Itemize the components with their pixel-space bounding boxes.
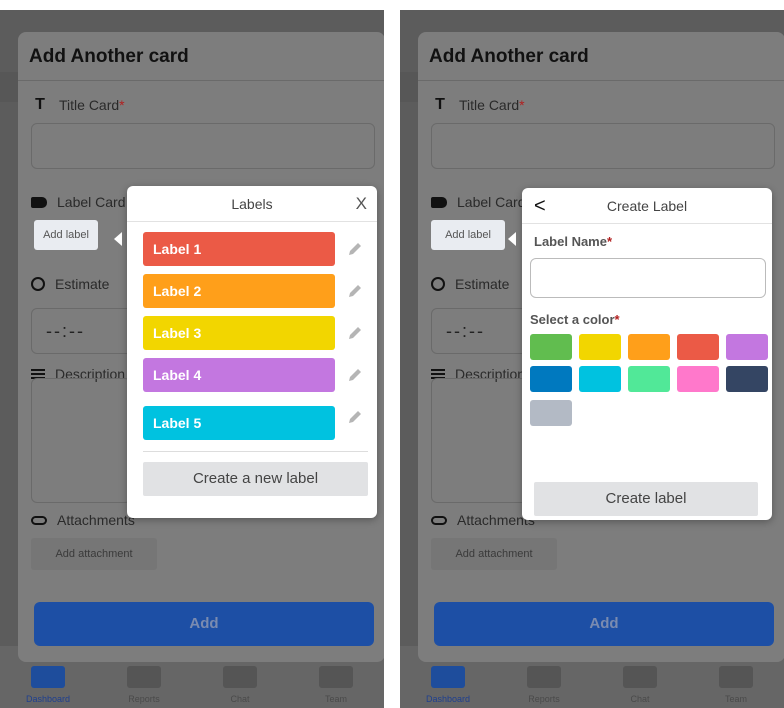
edit-pencil-icon[interactable] (346, 324, 364, 342)
nav-dashboard[interactable]: Dashboard (18, 666, 78, 704)
color-swatch-pink[interactable] (677, 366, 719, 392)
tag-icon (431, 196, 447, 208)
team-icon (719, 666, 753, 688)
create-label-title: Create Label (606, 198, 688, 214)
add-button[interactable]: Add (34, 602, 374, 646)
title-card-input[interactable] (31, 123, 375, 169)
clock-icon (31, 277, 45, 291)
color-swatch-green[interactable] (530, 334, 572, 360)
create-label-header: < Create Label (522, 188, 772, 224)
label-card-label: Label Card (457, 194, 526, 210)
label-card-row: Label Card (431, 194, 526, 210)
description-input[interactable] (431, 378, 531, 503)
color-swatch-yellow[interactable] (579, 334, 621, 360)
labels-popover-title: Labels (231, 196, 273, 212)
label-name-input[interactable] (530, 258, 766, 298)
nav-chat[interactable]: Chat (610, 666, 670, 704)
create-label-popover: < Create Label Label Name* Select a colo… (522, 188, 772, 520)
label-card-label: Label Card (57, 194, 126, 210)
label-chip-2[interactable]: Label 2 (143, 274, 335, 308)
title-card-row: T Title Card * (31, 96, 125, 114)
dashboard-icon (431, 666, 465, 688)
close-icon[interactable]: X (356, 186, 367, 222)
reports-icon (527, 666, 561, 688)
nav-dashboard[interactable]: Dashboard (418, 666, 478, 704)
paperclip-icon (431, 515, 447, 525)
add-label-button[interactable]: Add label (34, 220, 98, 250)
required-mark: * (119, 97, 125, 113)
attachments-label: Attachments (57, 512, 135, 528)
title-card-label: Title Card (59, 97, 120, 113)
chat-icon (223, 666, 257, 688)
nav-reports[interactable]: Reports (514, 666, 574, 704)
screen-labels-list: Dashboard Reports Chat Team Add Another … (0, 10, 384, 708)
edit-pencil-icon[interactable] (346, 408, 364, 426)
estimate-label: Estimate (455, 276, 510, 292)
tag-icon (31, 196, 47, 208)
color-swatch-red[interactable] (677, 334, 719, 360)
popover-divider (143, 451, 368, 452)
nav-chat[interactable]: Chat (210, 666, 270, 704)
nav-team[interactable]: Team (306, 666, 366, 704)
chat-icon (623, 666, 657, 688)
add-button[interactable]: Add (434, 602, 774, 646)
time-input[interactable]: --:-- (31, 308, 141, 354)
labels-popover: Labels X Label 1 Label 2 Label 3 Label 4… (127, 186, 377, 518)
required-mark: * (519, 97, 525, 113)
color-swatch-gray[interactable] (530, 400, 572, 426)
nav-reports[interactable]: Reports (114, 666, 174, 704)
label-chip-4[interactable]: Label 4 (143, 358, 335, 392)
clock-icon (431, 277, 445, 291)
label-card-row: Label Card (31, 194, 126, 210)
color-swatch-purple[interactable] (726, 334, 768, 360)
label-chip-1[interactable]: Label 1 (143, 232, 335, 266)
estimate-row: Estimate (431, 276, 509, 292)
text-icon: T (35, 96, 45, 113)
estimate-row: Estimate (31, 276, 109, 292)
modal-title: Add Another card (429, 46, 589, 67)
title-card-input[interactable] (431, 123, 775, 169)
attachments-row: Attachments (31, 512, 135, 528)
color-swatch-orange[interactable] (628, 334, 670, 360)
text-icon: T (435, 96, 445, 113)
color-swatch-blue[interactable] (530, 366, 572, 392)
title-card-row: T Title Card * (431, 96, 525, 114)
create-label-button[interactable]: Create label (534, 482, 758, 516)
back-chevron-icon[interactable]: < (534, 188, 546, 224)
panel-divider (388, 0, 400, 708)
popover-arrow (114, 232, 122, 246)
color-swatch-navy[interactable] (726, 366, 768, 392)
description-input[interactable] (31, 378, 131, 503)
color-swatch-lime[interactable] (628, 366, 670, 392)
modal-title: Add Another card (29, 46, 189, 67)
add-attachment-button[interactable]: Add attachment (431, 538, 557, 570)
team-icon (319, 666, 353, 688)
attachments-row: Attachments (431, 512, 535, 528)
modal-divider (418, 80, 784, 81)
add-attachment-button[interactable]: Add attachment (31, 538, 157, 570)
modal-divider (18, 80, 384, 81)
label-chip-5[interactable]: Label 5 (143, 406, 335, 440)
edit-pencil-icon[interactable] (346, 282, 364, 300)
label-chip-3[interactable]: Label 3 (143, 316, 335, 350)
popover-arrow (508, 232, 516, 246)
labels-popover-header: Labels X (127, 186, 377, 222)
edit-pencil-icon[interactable] (346, 366, 364, 384)
color-swatch-sky[interactable] (579, 366, 621, 392)
paperclip-icon (31, 515, 47, 525)
screen-create-label: Dashboard Reports Chat Team Add Another … (400, 10, 784, 708)
title-card-label: Title Card (459, 97, 520, 113)
nav-team[interactable]: Team (706, 666, 766, 704)
edit-pencil-icon[interactable] (346, 240, 364, 258)
label-name-label: Label Name* (534, 234, 613, 249)
dashboard-icon (31, 666, 65, 688)
create-new-label-button[interactable]: Create a new label (143, 462, 368, 496)
select-color-label: Select a color* (530, 312, 620, 327)
reports-icon (127, 666, 161, 688)
add-label-button[interactable]: Add label (431, 220, 505, 250)
estimate-label: Estimate (55, 276, 110, 292)
